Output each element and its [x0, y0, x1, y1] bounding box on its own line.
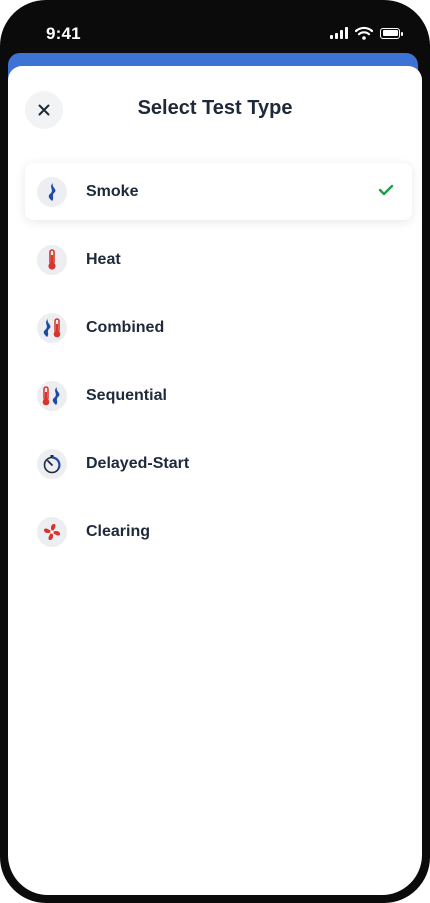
test-type-label: Delayed-Start: [86, 454, 190, 472]
test-type-item-sequential[interactable]: Sequential: [25, 367, 412, 424]
test-type-label: Heat: [86, 250, 121, 268]
thermometer-icon: [37, 244, 67, 275]
test-type-label: Combined: [86, 318, 165, 336]
status-icons: [330, 26, 403, 40]
page-title: Select Test Type: [137, 97, 293, 119]
timer-icon: [37, 448, 67, 479]
test-type-sheet: Select Test Type Smoke Heat Combined Seq…: [8, 66, 422, 895]
signal-icon: [330, 27, 348, 39]
test-type-item-combined[interactable]: Combined: [25, 299, 412, 356]
smoke-heat-icon: [37, 312, 67, 343]
test-type-label: Clearing: [86, 522, 151, 540]
test-type-item-delayed-start[interactable]: Delayed-Start: [25, 435, 412, 492]
test-type-list: Smoke Heat Combined Sequential Delayed-S…: [8, 163, 422, 571]
test-type-item-heat[interactable]: Heat: [25, 231, 412, 288]
fan-icon: [37, 516, 67, 547]
smoke-icon: [37, 176, 67, 207]
test-type-item-clearing[interactable]: Clearing: [25, 503, 412, 560]
wifi-icon: [355, 26, 373, 40]
status-time: 9:41: [46, 24, 81, 43]
test-type-item-smoke[interactable]: Smoke: [25, 163, 412, 220]
checkmark-icon: [378, 184, 394, 196]
test-type-label: Smoke: [86, 182, 139, 200]
heat-smoke-icon: [37, 380, 67, 411]
phone-frame: 9:41 Select Test Type Smoke Heat Combine…: [0, 0, 430, 903]
test-type-label: Sequential: [86, 386, 167, 404]
battery-icon: [380, 27, 403, 39]
